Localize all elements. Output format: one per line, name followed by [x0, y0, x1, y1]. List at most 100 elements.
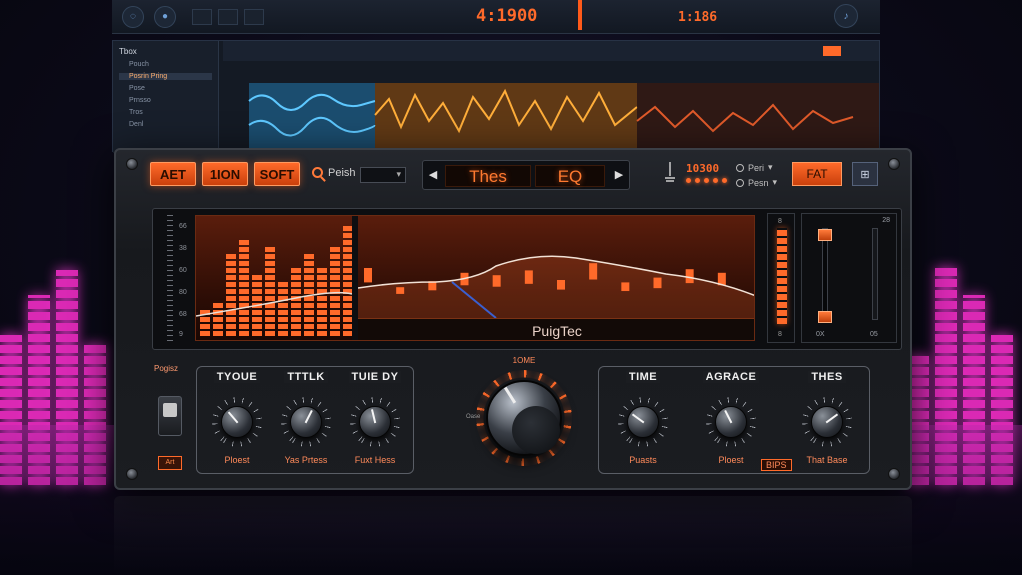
plugin-name-display: PuigTec — [358, 318, 754, 340]
eq-bar-segment — [239, 247, 249, 252]
eq-bar-segment — [252, 282, 262, 287]
daw-tool-button[interactable] — [192, 8, 212, 25]
knob-label: Fuxt Hess — [354, 455, 396, 465]
eq-bar-segment — [304, 261, 314, 266]
search-label[interactable]: Peish — [328, 167, 356, 179]
preset-type-display: EQ — [535, 165, 605, 187]
eq-bar-segment — [239, 268, 249, 273]
eq-bar-segment — [304, 324, 314, 329]
bips-badge[interactable]: BIPS — [761, 459, 792, 471]
eq-bar-segment — [213, 303, 223, 308]
gain-icon — [665, 162, 675, 182]
eq-bar-segment — [278, 303, 288, 308]
eq-bar-segment — [252, 331, 262, 336]
daw-browser-item[interactable]: Pose — [119, 85, 212, 92]
eq-bar-segment — [252, 296, 262, 301]
daw-record-button[interactable]: ● — [154, 5, 176, 28]
panel-reflection — [114, 496, 912, 575]
master-knob-min-label: Oase — [466, 414, 481, 420]
left-fader-handle-low[interactable] — [818, 311, 832, 323]
daw-track-waveforms — [223, 41, 879, 149]
previous-preset-arrow-icon[interactable]: ◀ — [425, 167, 441, 183]
daw-browser-sidebar: Tbox Pouch Posrin Pring Pose Prnsso Tros… — [113, 41, 219, 153]
thes-knob[interactable] — [802, 397, 852, 447]
tttlk-knob[interactable] — [281, 397, 331, 447]
agrace-knob[interactable] — [706, 397, 756, 447]
grid-icon[interactable]: ⊞ — [852, 162, 878, 186]
eq-bar-segment — [265, 324, 275, 329]
eq-bar-segment — [239, 289, 249, 294]
soft-button[interactable]: SOFT — [254, 162, 300, 186]
eq-bar-segment — [200, 331, 210, 336]
eq-bar-segment — [291, 303, 301, 308]
eq-peak-marker — [685, 269, 694, 284]
knob-column: THES That Base — [789, 367, 865, 465]
meter-fill — [777, 228, 787, 324]
art-button[interactable]: Art — [158, 456, 182, 470]
eq-bar-segment — [330, 303, 340, 308]
knob-group-right: TIME Puasts AGRACE Ploest THES That Base… — [598, 366, 870, 474]
master-knob-title: 1OME — [512, 356, 536, 365]
daw-metronome-icon[interactable]: ♪ — [834, 4, 858, 28]
daw-browser-item[interactable]: Prnsso — [119, 97, 212, 104]
tion-button[interactable]: 1ION — [202, 162, 248, 186]
daw-tempo-display: 4:1900 — [476, 6, 538, 26]
daw-browser-item[interactable]: Posrin Pring — [119, 73, 212, 80]
tuie-dy-knob[interactable] — [350, 397, 400, 447]
mode-toggle[interactable] — [158, 396, 182, 436]
radio-option[interactable]: Peri ▾ — [736, 162, 773, 173]
next-preset-arrow-icon[interactable]: ▶ — [611, 167, 627, 183]
eq-bar-segment — [226, 282, 236, 287]
eq-bar-segment — [304, 310, 314, 315]
search-icon[interactable] — [312, 167, 323, 178]
daw-browser-title: Tbox — [119, 47, 137, 56]
scale-label: 68 — [179, 311, 187, 318]
knob-label: Yas Prtess — [284, 455, 328, 465]
daw-tool-button[interactable] — [218, 8, 238, 25]
tyoue-knob[interactable] — [212, 397, 262, 447]
daw-browser-item[interactable]: Tros — [119, 109, 212, 116]
eq-bar-segment — [239, 261, 249, 266]
knob-title: TIME — [625, 371, 661, 383]
eq-bar-segment — [265, 247, 275, 252]
fader-label: 0X — [816, 331, 825, 338]
knob-column: TUIE DY Fuxt Hess — [337, 367, 413, 465]
eq-peak-marker — [492, 275, 501, 287]
aet-button[interactable]: AET — [150, 162, 196, 186]
eq-peak-marker — [621, 282, 630, 292]
preset-dropdown[interactable]: ▾ — [360, 167, 406, 183]
eq-bar-segment — [304, 317, 314, 322]
daw-browser-item[interactable]: Pouch — [119, 61, 212, 68]
radio-option[interactable]: Pesn ▾ — [736, 177, 777, 188]
eq-bar-segment — [226, 303, 236, 308]
eq-bar-segment — [317, 268, 327, 273]
eq-bar-segment — [317, 275, 327, 280]
eq-bar-segment — [278, 282, 288, 287]
knob-title: TUIE DY — [348, 371, 402, 383]
eq-peak-marker — [524, 270, 533, 284]
eq-bar-segment — [239, 324, 249, 329]
scale-label: 9 — [179, 331, 183, 338]
daw-tool-button[interactable] — [244, 8, 264, 25]
eq-bar-segment — [304, 282, 314, 287]
left-fader-handle[interactable] — [818, 229, 832, 241]
right-fader-track[interactable] — [872, 228, 878, 320]
eq-bar-segment — [226, 268, 236, 273]
left-fader-track[interactable] — [818, 228, 832, 323]
knob-column: TIME Puasts — [605, 367, 681, 465]
eq-bar-segment — [239, 317, 249, 322]
eq-bar-segment — [304, 303, 314, 308]
eq-bar-segment — [278, 324, 288, 329]
eq-bar-segment — [226, 275, 236, 280]
eq-bar-segment — [226, 296, 236, 301]
eq-bar-segment — [200, 317, 210, 322]
knob-column: TYOUE Ploest — [199, 367, 275, 465]
daw-power-button[interactable]: ◌ — [122, 5, 144, 28]
eq-bar-segment — [265, 310, 275, 315]
master-knob[interactable] — [476, 370, 572, 466]
eq-bar-segment — [265, 317, 275, 322]
time-knob[interactable] — [618, 397, 668, 447]
fat-button[interactable]: FAT — [792, 162, 842, 186]
daw-browser-item[interactable]: Denl — [119, 121, 212, 128]
scale-label: 66 — [179, 223, 187, 230]
